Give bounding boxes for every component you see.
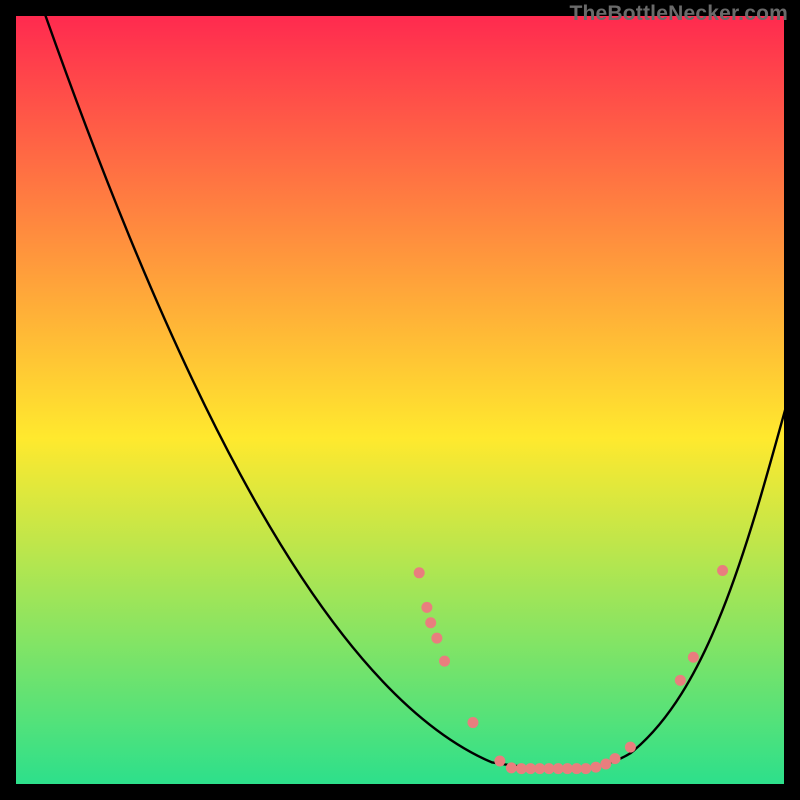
data-point bbox=[610, 753, 621, 764]
data-point bbox=[439, 656, 450, 667]
data-point bbox=[467, 717, 478, 728]
chart-frame: TheBottleNecker.com bbox=[0, 0, 800, 800]
data-point bbox=[600, 759, 611, 770]
data-point bbox=[717, 565, 728, 576]
data-point bbox=[494, 755, 505, 766]
data-point bbox=[675, 675, 686, 686]
data-point bbox=[414, 567, 425, 578]
data-point bbox=[580, 763, 591, 774]
data-point bbox=[625, 742, 636, 753]
chart-background bbox=[16, 16, 784, 784]
data-point bbox=[421, 602, 432, 613]
data-point bbox=[688, 652, 699, 663]
data-point bbox=[431, 633, 442, 644]
chart-plot-area bbox=[16, 16, 784, 784]
data-point bbox=[506, 762, 517, 773]
data-point bbox=[425, 617, 436, 628]
data-point bbox=[590, 762, 601, 773]
chart-svg bbox=[16, 16, 784, 784]
